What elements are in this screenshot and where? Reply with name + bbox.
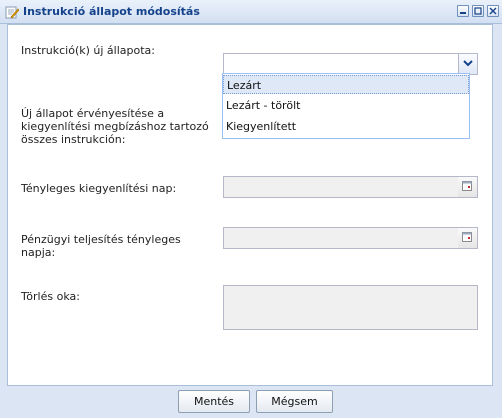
settlement-date-picker[interactable] bbox=[458, 177, 477, 197]
dialog-footer: Mentés Mégsem bbox=[0, 386, 502, 418]
apply-all-label-line-1: Új állapot érvényesítése a bbox=[21, 107, 165, 120]
apply-all-label: Új állapot érvényesítése a kiegyenlítési… bbox=[21, 107, 209, 146]
financial-date-field[interactable] bbox=[223, 227, 478, 249]
settlement-date-field[interactable] bbox=[223, 176, 478, 198]
financial-date-label-line-1: Pénzügyi teljesítés tényleges bbox=[21, 233, 181, 246]
calendar-icon bbox=[462, 232, 472, 242]
close-icon bbox=[489, 7, 497, 15]
deletion-reason-textarea[interactable] bbox=[223, 285, 478, 330]
status-option-lezart[interactable]: Lezárt bbox=[223, 75, 469, 94]
minimize-icon bbox=[460, 12, 466, 14]
status-select[interactable] bbox=[223, 53, 478, 75]
window-titlebar[interactable]: Instrukció állapot módosítás bbox=[0, 0, 502, 24]
status-option-lezart-torolt[interactable]: Lezárt - törölt bbox=[223, 96, 469, 115]
close-button[interactable] bbox=[487, 5, 499, 17]
apply-all-label-line-2: kiegyenlítési megbízáshoz tartozó bbox=[21, 120, 209, 133]
financial-date-label: Pénzügyi teljesítés tényleges napja: bbox=[21, 233, 181, 259]
apply-all-label-line-3: összes instrukción: bbox=[21, 133, 126, 146]
edit-note-icon bbox=[5, 5, 20, 19]
financial-date-label-line-2: napja: bbox=[21, 246, 56, 259]
status-option-kiegyenlitett[interactable]: Kiegyenlített bbox=[223, 117, 469, 136]
financial-date-picker[interactable] bbox=[458, 228, 477, 248]
maximize-icon bbox=[474, 7, 482, 15]
window-title: Instrukció állapot módosítás bbox=[23, 5, 200, 18]
status-select-trigger[interactable] bbox=[458, 54, 477, 74]
calendar-icon bbox=[462, 181, 472, 191]
save-button[interactable]: Mentés bbox=[178, 390, 250, 413]
status-dropdown-list[interactable]: Lezárt Lezárt - törölt Kiegyenlített bbox=[222, 73, 470, 139]
status-label: Instrukció(k) új állapota: bbox=[21, 44, 155, 57]
cancel-button[interactable]: Mégsem bbox=[256, 390, 333, 413]
settlement-date-label: Tényleges kiegyenlítési nap: bbox=[21, 182, 177, 195]
maximize-button[interactable] bbox=[472, 5, 484, 17]
deletion-reason-label: Törlés oka: bbox=[21, 290, 80, 303]
chevron-down-icon bbox=[463, 60, 473, 67]
minimize-button[interactable] bbox=[457, 5, 469, 17]
